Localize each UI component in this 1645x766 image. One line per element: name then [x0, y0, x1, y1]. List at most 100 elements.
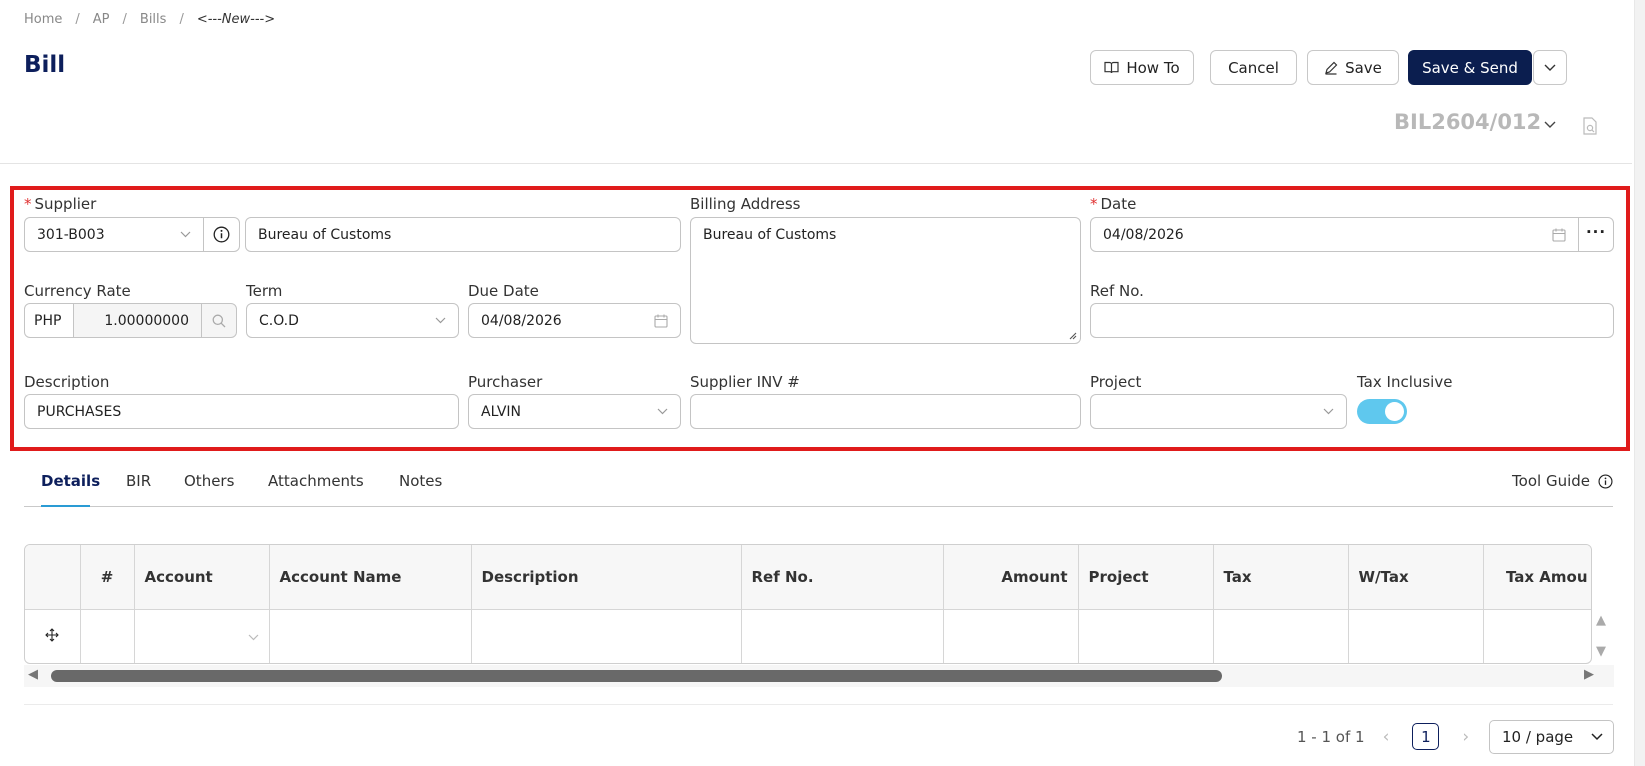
grid-header-account-name[interactable]: Account Name [269, 545, 472, 610]
supplier-label: * Supplier [24, 195, 97, 213]
term-select[interactable]: C.O.D [246, 303, 459, 338]
grid-header-tax-amount[interactable]: Tax Amou [1483, 545, 1591, 610]
next-page-icon[interactable]: › [1462, 727, 1469, 747]
pagination: 1 - 1 of 1 ‹ 1 › [1297, 723, 1477, 750]
grid-header-description[interactable]: Description [471, 545, 742, 610]
how-to-button[interactable]: How To [1090, 50, 1194, 85]
grid-horizontal-scrollbar[interactable]: ◀ ▶ [24, 665, 1614, 687]
date-field[interactable]: 04/08/2026 [1090, 217, 1579, 252]
row-wtax-cell[interactable] [1348, 609, 1484, 663]
book-icon [1104, 61, 1119, 74]
details-grid: # Account Account Name Description Ref N… [24, 544, 1592, 664]
supplier-name-field[interactable]: Bureau of Customs [245, 217, 681, 252]
grid-header-account[interactable]: Account [134, 545, 270, 610]
date-value: 04/08/2026 [1103, 226, 1184, 243]
tab-notes[interactable]: Notes [399, 472, 442, 490]
ref-no-field[interactable] [1090, 303, 1614, 338]
chevron-down-icon [435, 317, 446, 324]
purchaser-label: Purchaser [468, 373, 543, 391]
billing-address-textarea[interactable]: Bureau of Customs [690, 217, 1081, 344]
date-label: * Date [1090, 195, 1137, 213]
breadcrumb-bills[interactable]: Bills [140, 12, 167, 27]
table-row [25, 609, 1591, 663]
currency-rate-label: Currency Rate [24, 282, 131, 300]
document-number-dropdown-icon[interactable] [1544, 121, 1556, 129]
description-field[interactable]: PURCHASES [24, 394, 459, 429]
how-to-label: How To [1126, 58, 1180, 77]
row-amount-cell[interactable] [943, 609, 1079, 663]
row-account-cell[interactable] [134, 609, 270, 663]
tab-details[interactable]: Details [41, 472, 100, 490]
grid-header-number: # [80, 545, 135, 610]
chevron-down-icon [1323, 408, 1334, 415]
row-tax-cell[interactable] [1213, 609, 1349, 663]
tool-guide-link[interactable]: Tool Guide [1512, 472, 1613, 490]
purchaser-value: ALVIN [481, 403, 522, 420]
supplier-info-button[interactable] [203, 217, 240, 252]
rate-field[interactable]: 1.00000000 [73, 303, 202, 338]
cancel-button[interactable]: Cancel [1210, 50, 1297, 85]
tax-inclusive-toggle[interactable] [1357, 399, 1407, 424]
calendar-icon [654, 314, 668, 328]
prev-page-icon[interactable]: ‹ [1383, 727, 1390, 747]
scroll-left-icon[interactable]: ◀ [28, 667, 38, 682]
grid-header-ref-no[interactable]: Ref No. [741, 545, 944, 610]
currency-field[interactable]: PHP [24, 303, 74, 338]
grid-scroll-down-icon[interactable]: ▼ [1592, 644, 1610, 662]
move-handle-icon[interactable] [45, 627, 60, 642]
scrollbar-thumb[interactable] [51, 670, 1222, 682]
tool-guide-label: Tool Guide [1512, 472, 1590, 490]
tab-bir[interactable]: BIR [126, 472, 151, 490]
purchaser-select[interactable]: ALVIN [468, 394, 681, 429]
row-ref-no-cell[interactable] [741, 609, 944, 663]
row-drag-cell[interactable] [25, 609, 81, 663]
document-search-icon[interactable] [1582, 117, 1598, 135]
chevron-down-icon [180, 231, 191, 238]
save-send-button[interactable]: Save & Send [1408, 50, 1532, 85]
grid-header-wtax[interactable]: W/Tax [1348, 545, 1484, 610]
row-number-cell [80, 609, 135, 663]
billing-address-label: Billing Address [690, 195, 801, 213]
description-value: PURCHASES [37, 403, 122, 420]
breadcrumb: Home / AP / Bills / <---New---> [24, 12, 275, 27]
save-label: Save [1345, 58, 1382, 77]
grid-header-amount[interactable]: Amount [943, 545, 1079, 610]
row-project-cell[interactable] [1078, 609, 1214, 663]
tab-others[interactable]: Others [184, 472, 234, 490]
page-scrollbar[interactable] [1634, 0, 1645, 766]
date-more-button[interactable]: ··· [1578, 217, 1614, 252]
save-button[interactable]: Save [1307, 50, 1399, 85]
toggle-knob [1385, 402, 1404, 421]
current-page-button[interactable]: 1 [1412, 723, 1440, 750]
row-tax-amount-cell[interactable] [1483, 609, 1591, 663]
row-account-name-cell[interactable] [269, 609, 472, 663]
search-icon [212, 314, 226, 327]
rate-search-button[interactable] [201, 303, 237, 338]
ref-no-label: Ref No. [1090, 282, 1144, 300]
currency-value: PHP [34, 312, 62, 329]
scroll-right-icon[interactable]: ▶ [1584, 667, 1594, 682]
due-date-label: Due Date [468, 282, 539, 300]
due-date-field[interactable]: 04/08/2026 [468, 303, 681, 338]
tab-attachments[interactable]: Attachments [268, 472, 364, 490]
ellipsis-icon: ··· [1585, 222, 1607, 241]
grid-header-drag [25, 545, 81, 610]
page-size-select[interactable]: 10 / page [1489, 720, 1614, 754]
supplier-code-select[interactable]: 301-B003 [24, 217, 204, 252]
resize-handle-icon[interactable] [1068, 331, 1077, 340]
grid-scroll-up-icon[interactable]: ▲ [1592, 613, 1610, 631]
footer-divider [24, 704, 1613, 705]
breadcrumb-home[interactable]: Home [24, 12, 62, 27]
cancel-label: Cancel [1228, 58, 1279, 77]
page-title: Bill [24, 52, 66, 78]
header-divider [0, 163, 1632, 164]
info-icon [213, 226, 230, 243]
more-actions-button[interactable] [1533, 50, 1567, 85]
grid-header-tax[interactable]: Tax [1213, 545, 1349, 610]
supplier-inv-field[interactable] [690, 394, 1081, 429]
breadcrumb-ap[interactable]: AP [93, 12, 110, 27]
chevron-down-icon [1591, 733, 1603, 741]
grid-header-project[interactable]: Project [1078, 545, 1214, 610]
project-select[interactable] [1090, 394, 1347, 429]
row-description-cell[interactable] [471, 609, 742, 663]
